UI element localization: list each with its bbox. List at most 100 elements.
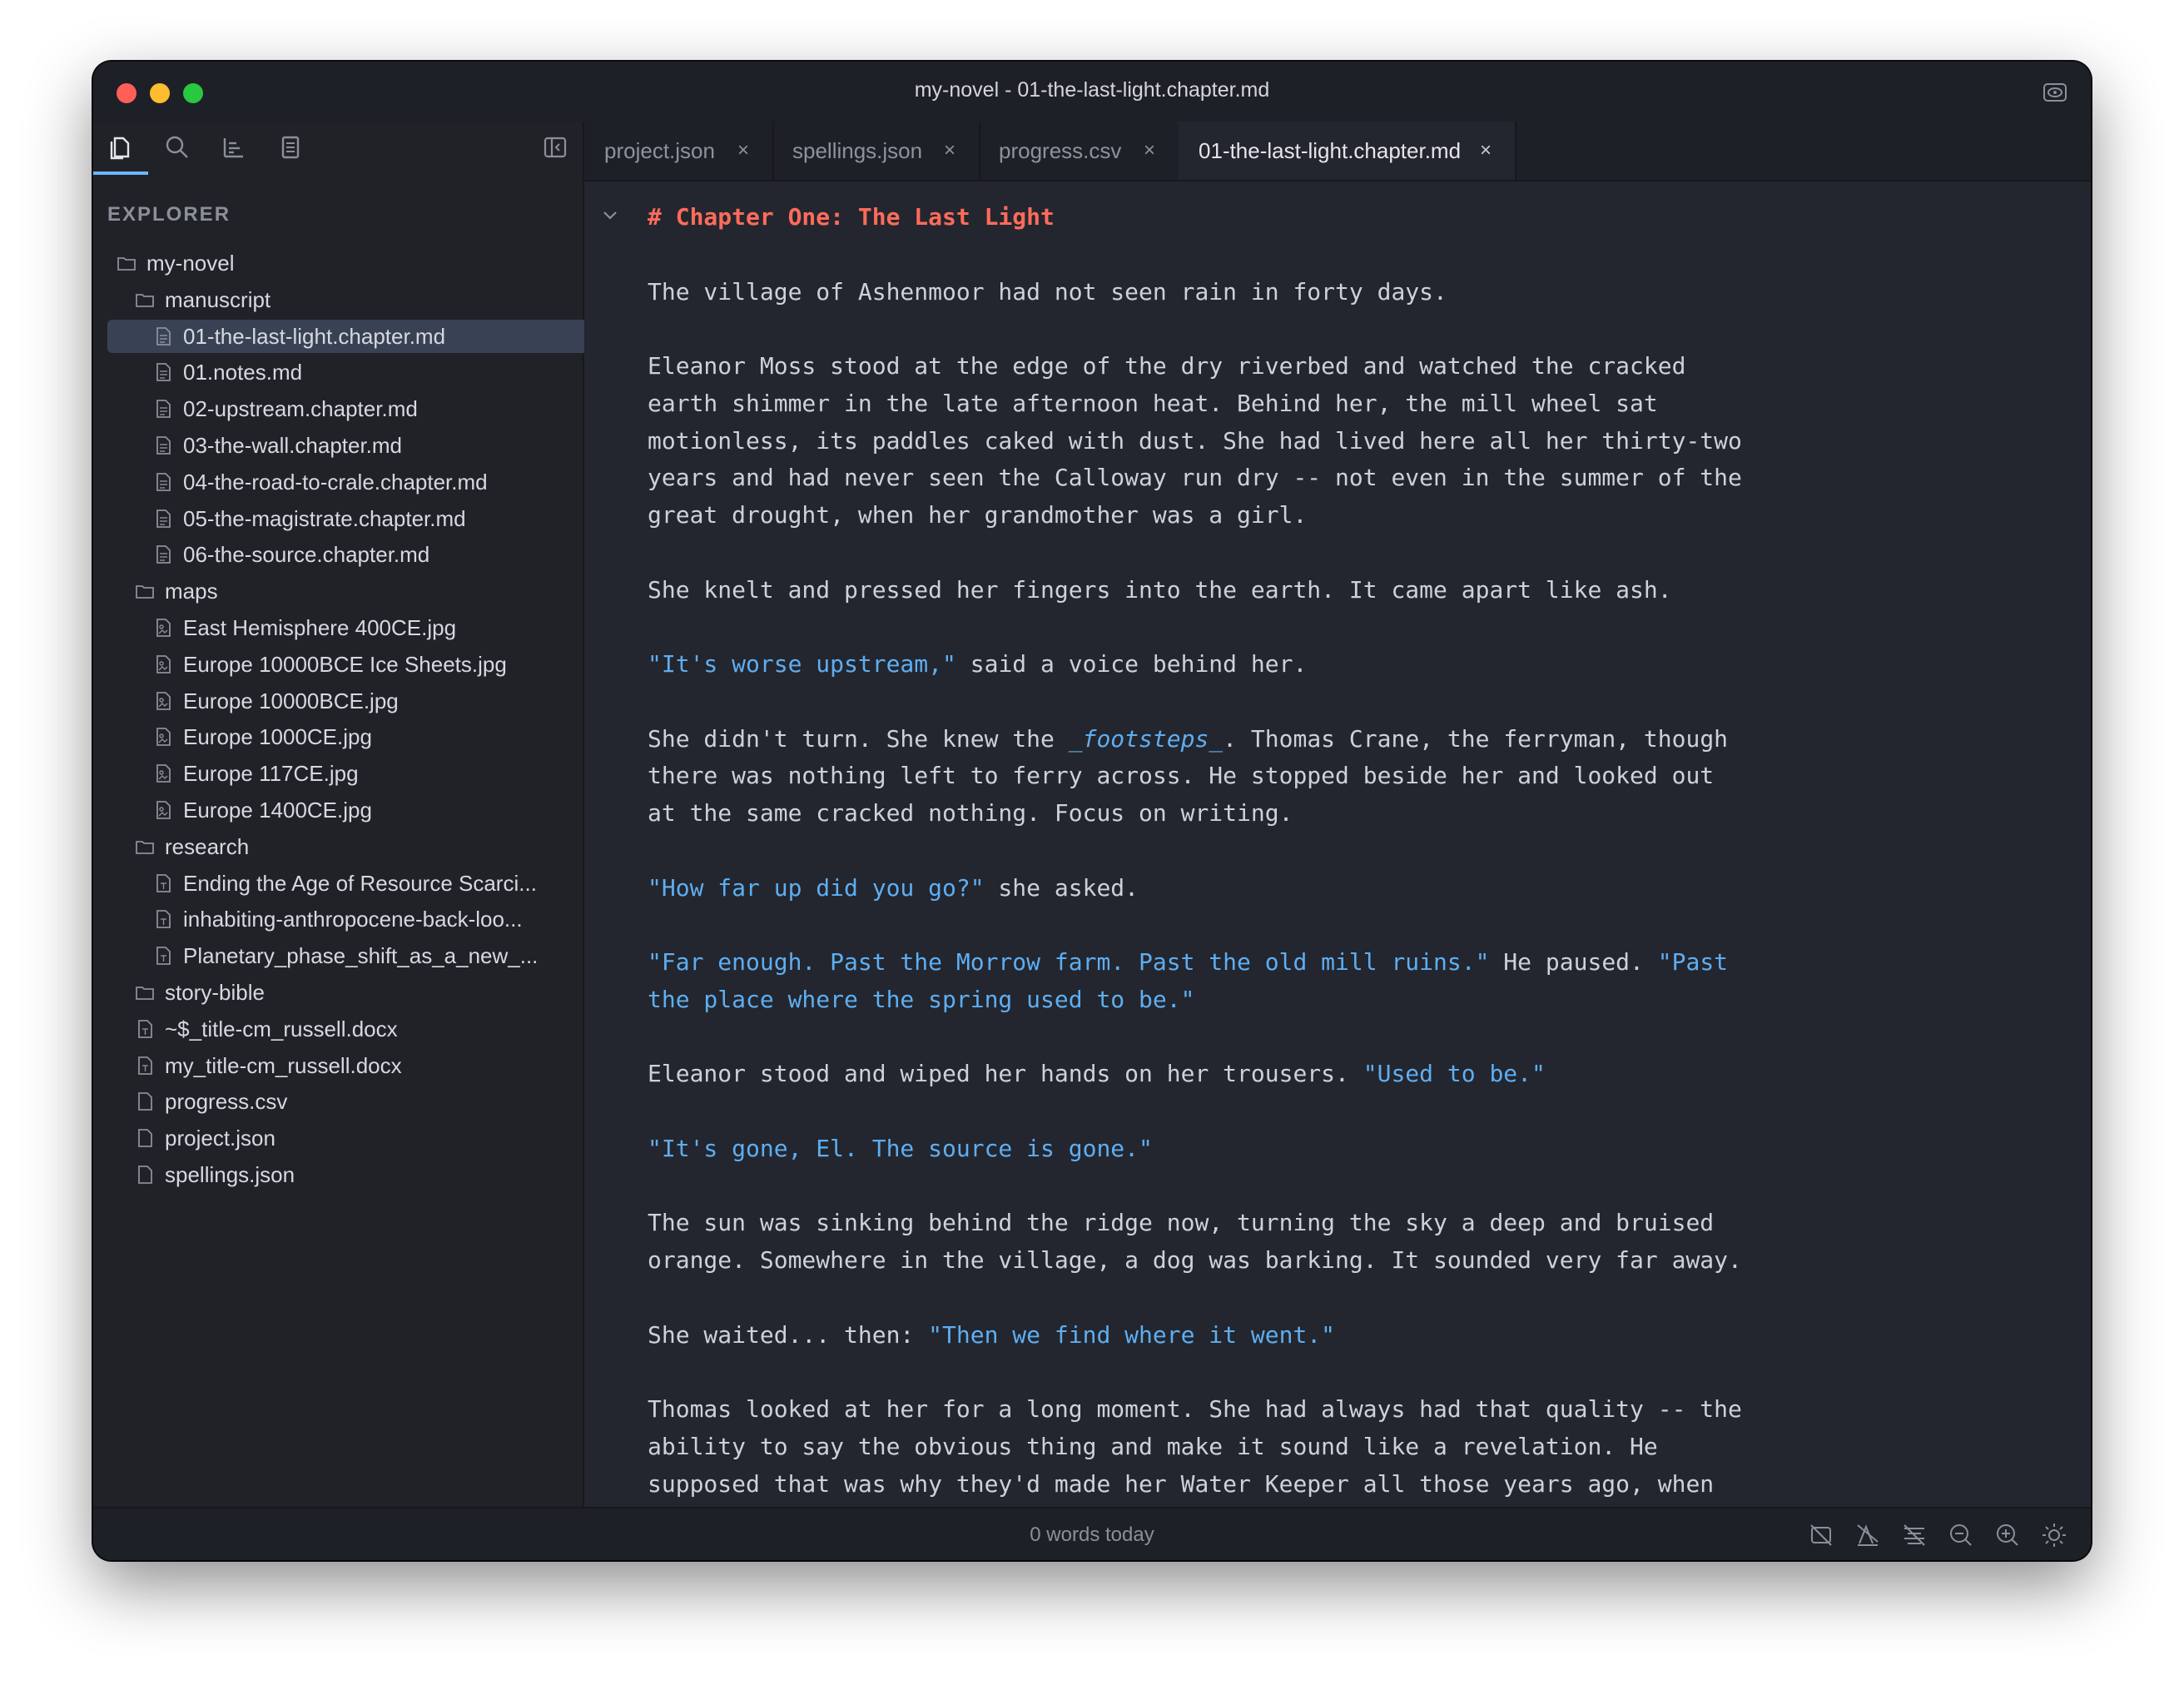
spellcheck-off-icon[interactable] — [1901, 1522, 1928, 1548]
file-text-icon — [156, 436, 171, 455]
body-text: great drought, when her grandmother was … — [648, 501, 1308, 529]
tree-item-label: 01.notes.md — [183, 360, 303, 385]
tab-close-icon[interactable]: × — [1480, 122, 1492, 180]
tree-file[interactable]: 01.notes.md — [153, 355, 559, 389]
tree-file[interactable]: 02-upstream.chapter.md — [153, 392, 559, 425]
tree-file[interactable]: ~$_title-cm_russell.docx — [135, 1012, 559, 1046]
zoom-in-icon[interactable] — [1994, 1522, 2021, 1548]
tree-item-label: ~$_title-cm_russell.docx — [165, 1016, 398, 1041]
body-text: The village of Ashenmoor had not seen ra… — [648, 277, 1447, 306]
tab-close-icon[interactable]: × — [944, 122, 956, 180]
tree-file[interactable]: Europe 1400CE.jpg — [153, 793, 559, 827]
folder-icon — [136, 840, 154, 854]
tree-file[interactable]: Planetary_phase_shift_as_a_new_... — [153, 939, 559, 972]
file-doc-icon — [138, 1019, 152, 1038]
file-text-icon — [156, 363, 171, 382]
tree-file[interactable]: progress.csv — [135, 1085, 559, 1118]
bookmark-icon[interactable] — [276, 133, 305, 162]
tab-label: progress.csv — [999, 138, 1122, 163]
tab-close-icon[interactable]: × — [737, 122, 749, 180]
tree-file[interactable]: project.json — [135, 1121, 559, 1155]
file-image-icon — [156, 801, 171, 819]
folder-icon — [136, 987, 154, 1000]
theme-icon[interactable] — [2041, 1522, 2067, 1548]
collapse-sidebar-icon[interactable] — [541, 133, 569, 162]
tree-item-label: maps — [165, 579, 218, 604]
editor-line: The sun was sinking behind the ridge now… — [648, 1204, 1714, 1241]
editor-pane[interactable]: # Chapter One: The Last Light The village… — [584, 181, 2091, 1517]
files-icon[interactable] — [107, 133, 135, 162]
tree-item-label: story-bible — [165, 980, 265, 1005]
file-doc-icon — [156, 910, 171, 929]
zoom-out-icon[interactable] — [1948, 1522, 1974, 1548]
folder-icon — [136, 585, 154, 599]
tree-item-label: Europe 10000BCE.jpg — [183, 688, 399, 713]
file-text-icon — [156, 400, 171, 419]
body-text: orange. Somewhere in the village, a dog … — [648, 1246, 1742, 1274]
tab-label: spellings.json — [792, 138, 923, 163]
tree-file[interactable]: spellings.json — [135, 1158, 559, 1191]
folder-icon — [117, 257, 136, 271]
tree-file[interactable]: 06-the-source.chapter.md — [153, 538, 559, 571]
tree-file[interactable]: Europe 10000BCE.jpg — [153, 684, 559, 718]
body-text: there was nothing left to ferry across. … — [648, 762, 1715, 790]
tree-item-label: my-novel — [146, 251, 235, 276]
file-doc-icon — [156, 947, 171, 966]
tree-folder[interactable]: manuscript — [135, 283, 559, 316]
file-icon — [138, 1166, 152, 1184]
tree-item-label: Europe 1000CE.jpg — [183, 724, 372, 750]
word-count-status: 0 words today — [1030, 1523, 1154, 1546]
quote-text: "Past — [1657, 948, 1729, 976]
quote-text: "How far up did you go?" — [648, 873, 985, 902]
window-title: my-novel - 01-the-last-light.chapter.md — [914, 78, 1270, 102]
file-image-icon — [156, 619, 171, 637]
tree-folder[interactable]: maps — [135, 574, 559, 608]
editor-line: Eleanor stood and wiped her hands on her… — [648, 1055, 1546, 1092]
em-text: _footsteps_ — [1068, 724, 1224, 753]
tab-close-icon[interactable]: × — [1144, 122, 1155, 180]
tree-item-label: project.json — [165, 1126, 275, 1151]
tree-file[interactable]: my_title-cm_russell.docx — [135, 1049, 559, 1082]
outline-icon[interactable] — [220, 133, 248, 162]
sidebar: EXPLORER my-novel manuscript 01-the-last-l… — [93, 122, 613, 1517]
typewriter-off-icon[interactable] — [1854, 1522, 1881, 1548]
tab-spellings-json[interactable]: spellings.json × — [772, 122, 980, 180]
tree-item-label: 02-upstream.chapter.md — [183, 396, 418, 422]
editor-line: "It's gone, El. The source is gone." — [648, 1130, 1153, 1167]
tree-item-label: manuscript — [165, 286, 271, 312]
tree-file[interactable]: Europe 10000BCE Ice Sheets.jpg — [153, 648, 559, 681]
tree-file[interactable]: 01-the-last-light.chapter.md — [107, 319, 613, 353]
tab-bar: project.json × spellings.json × progress.csv… — [584, 122, 2091, 181]
chevron-down-icon[interactable] — [601, 206, 619, 225]
tree-file[interactable]: Europe 1000CE.jpg — [153, 720, 559, 753]
editor-line: at the same cracked nothing. Focus on wr… — [648, 794, 1293, 832]
body-text: earth shimmer in the late afternoon heat… — [648, 389, 1658, 417]
tree-folder[interactable]: research — [135, 830, 559, 863]
tree-item-label: inhabiting-anthropocene-back-loo... — [183, 907, 523, 932]
preview-eye-icon[interactable] — [2043, 80, 2067, 105]
title-bar: my-novel - 01-the-last-light.chapter.md — [93, 62, 2091, 122]
tree-file[interactable]: Ending the Age of Resource Scarci... — [153, 867, 559, 900]
tree-file[interactable]: inhabiting-anthropocene-back-loo... — [153, 902, 559, 936]
file-text-icon — [156, 545, 171, 564]
tab-progress-csv[interactable]: progress.csv × — [979, 122, 1180, 180]
tree-item-label: 01-the-last-light.chapter.md — [183, 323, 446, 349]
body-text: years and had never seen the Calloway ru… — [648, 464, 1742, 492]
app-window: my-novel - 01-the-last-light.chapter.md — [93, 62, 2091, 1560]
file-image-icon — [156, 764, 171, 783]
tree-folder[interactable]: story-bible — [135, 976, 559, 1009]
quote-text: "Far enough. Past the Morrow farm. Past … — [648, 948, 1490, 976]
tree-file[interactable]: 05-the-magistrate.chapter.md — [153, 502, 559, 535]
tab-01-the-last-light-chapter-md[interactable]: 01-the-last-light.chapter.md × — [1179, 122, 1516, 180]
tree-file[interactable]: 03-the-wall.chapter.md — [153, 429, 559, 462]
tree-file[interactable]: Europe 117CE.jpg — [153, 757, 559, 790]
file-image-icon — [156, 691, 171, 710]
search-icon[interactable] — [163, 133, 191, 162]
tree-file[interactable]: 04-the-road-to-crale.chapter.md — [153, 465, 559, 499]
editor-line: years and had never seen the Calloway ru… — [648, 459, 1742, 496]
file-text-icon — [156, 472, 171, 491]
tab-project-json[interactable]: project.json × — [584, 122, 774, 180]
focus-mode-off-icon[interactable] — [1808, 1522, 1834, 1548]
tree-file[interactable]: East Hemisphere 400CE.jpg — [153, 611, 559, 644]
tree-folder[interactable]: my-novel — [117, 246, 559, 280]
